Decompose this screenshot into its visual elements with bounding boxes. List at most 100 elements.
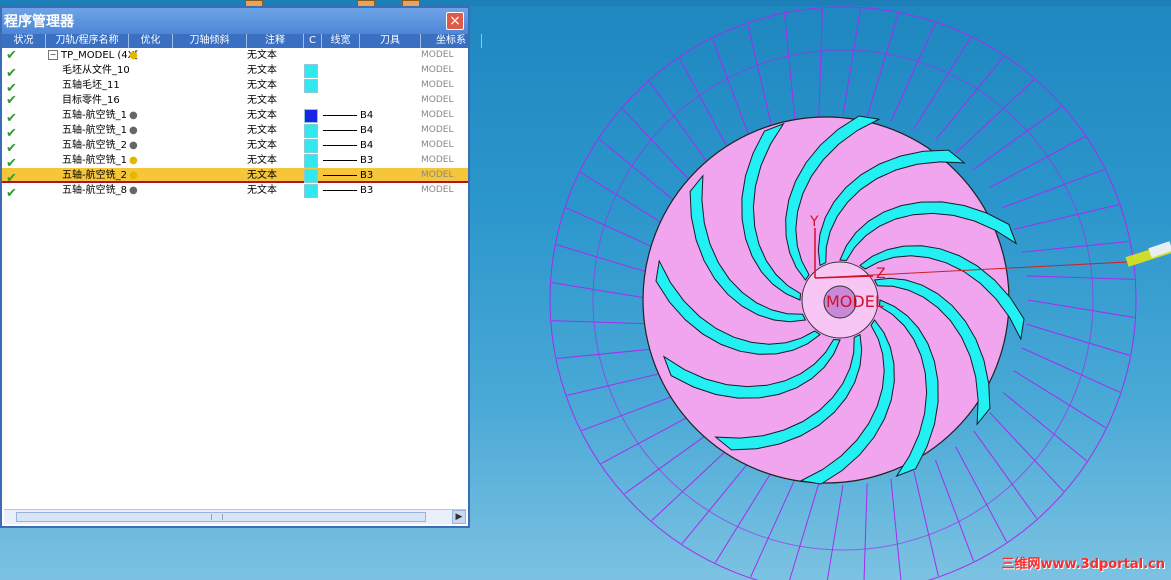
column-header-row: 状况 刀轨/程序名称 优化 刀轴倾斜 注释 C 线宽 刀具 坐标系 bbox=[2, 34, 482, 48]
program-row[interactable]: ✔ 五轴-航空铣_2 ● 无文本 B4 MODEL bbox=[2, 138, 468, 155]
lightbulb-icon[interactable]: ● bbox=[129, 110, 138, 121]
column-header[interactable]: 刀轨/程序名称 bbox=[46, 34, 129, 48]
column-header[interactable]: 刀具 bbox=[360, 34, 421, 48]
status-cell: ✔ bbox=[2, 183, 46, 203]
tool-cell bbox=[360, 48, 421, 63]
axis-z-label: Z bbox=[876, 266, 886, 282]
program-name: 五轴-航空铣_2 bbox=[62, 170, 127, 181]
toolpath-line bbox=[863, 483, 868, 580]
program-name: 毛坯从文件_10 bbox=[62, 65, 130, 76]
toolpath-line bbox=[651, 446, 731, 521]
line-width-sample bbox=[323, 189, 357, 191]
toolpath-line bbox=[1013, 204, 1120, 230]
tool-cell: B3 bbox=[360, 185, 374, 196]
note-cell: 无文本 bbox=[247, 50, 277, 61]
toolpath-line bbox=[1002, 392, 1087, 462]
program-row[interactable]: ✔ 五轴-航空铣_1 ● 无文本 B4 MODEL bbox=[2, 108, 468, 125]
color-cell bbox=[304, 93, 322, 108]
toolpath-line bbox=[955, 446, 1007, 543]
program-tree[interactable]: ✔ − TP_MODEL (4X[● 无文本 MODEL ✔ 毛坯从文件_10 无文本 MODE… bbox=[2, 48, 468, 200]
program-row[interactable]: ✔ 五轴-航空铣_1 ● 无文本 B3 MODEL bbox=[2, 153, 468, 170]
lightbulb-icon[interactable]: ● bbox=[129, 125, 138, 136]
status-check-icon: ✔ bbox=[6, 93, 17, 108]
toolpath-line bbox=[973, 105, 1062, 170]
color-cell bbox=[304, 183, 322, 203]
scroll-right-icon[interactable]: ▶ bbox=[452, 510, 466, 524]
toolpath-line bbox=[1027, 299, 1135, 319]
toolpath-line bbox=[600, 412, 697, 464]
status-check-icon: ✔ bbox=[6, 185, 17, 201]
toolpath-line bbox=[581, 392, 683, 432]
program-row[interactable]: ✔ 毛坯从文件_10 无文本 MODEL bbox=[2, 63, 468, 80]
program-row[interactable]: ✔ 目标零件_16 无文本 MODEL bbox=[2, 93, 468, 108]
optimize-cell: ● bbox=[129, 48, 173, 63]
program-name-cell[interactable]: 目标零件_16 bbox=[46, 93, 129, 108]
lightbulb-icon[interactable]: ● bbox=[129, 185, 138, 196]
coord-cell: MODEL bbox=[421, 185, 454, 195]
column-header[interactable]: C bbox=[304, 34, 322, 48]
color-swatch[interactable] bbox=[304, 64, 318, 78]
toolpath-line bbox=[935, 56, 1005, 141]
toolpath-line bbox=[1021, 347, 1121, 393]
model-origin-label: MODEL bbox=[826, 292, 884, 311]
lightbulb-icon[interactable]: ● bbox=[129, 140, 138, 151]
panel-titlebar[interactable]: 程序管理器 × bbox=[2, 8, 468, 34]
program-name-cell[interactable]: 五轴-航空铣_8 bbox=[46, 183, 129, 203]
column-header[interactable]: 线宽 bbox=[322, 34, 360, 48]
toolpath-line bbox=[890, 478, 902, 580]
lightbulb-icon[interactable]: ● bbox=[129, 50, 138, 61]
toolpath-line bbox=[955, 79, 1035, 154]
program-name: 五轴-航空铣_1 bbox=[62, 110, 127, 121]
toolpath-line bbox=[789, 483, 820, 580]
program-manager-panel[interactable]: 程序管理器 × 状况 刀轨/程序名称 优化 刀轴倾斜 注释 C 线宽 刀具 坐标… bbox=[0, 6, 482, 528]
program-name-cell[interactable]: − TP_MODEL (4X[ bbox=[46, 48, 138, 63]
color-swatch[interactable] bbox=[304, 139, 318, 153]
toolpath-line bbox=[935, 460, 975, 562]
toolpath-line bbox=[973, 430, 1038, 519]
axis-y-label: Y bbox=[809, 214, 819, 230]
color-swatch[interactable] bbox=[304, 184, 318, 198]
program-row[interactable]: ✔ 五轴-航空铣_8 ● 无文本 B3 MODEL bbox=[2, 183, 468, 200]
column-header[interactable]: 坐标系 bbox=[421, 34, 482, 48]
optimize-cell bbox=[129, 93, 173, 108]
program-row[interactable]: ✔ 五轴-航空铣_1 ● 无文本 B4 MODEL bbox=[2, 123, 468, 140]
toolpath-line bbox=[551, 281, 659, 301]
toolpath-line bbox=[890, 22, 936, 122]
column-header[interactable]: 优化 bbox=[129, 34, 173, 48]
lightbulb-icon[interactable]: ● bbox=[129, 170, 138, 181]
column-header[interactable]: 状况 bbox=[2, 34, 46, 48]
status-check-icon: ✔ bbox=[6, 48, 17, 63]
color-swatch[interactable] bbox=[304, 109, 318, 123]
line-width-sample bbox=[323, 114, 357, 116]
toolpath-line bbox=[913, 470, 939, 577]
toolpath-line bbox=[826, 484, 844, 580]
color-swatch[interactable] bbox=[304, 124, 318, 138]
toolpath-line bbox=[565, 207, 665, 253]
toolpath-line bbox=[747, 23, 773, 130]
lightbulb-icon[interactable]: ● bbox=[129, 155, 138, 166]
program-name: 目标零件_16 bbox=[62, 95, 120, 106]
color-swatch[interactable] bbox=[304, 79, 318, 93]
program-row[interactable]: ✔ 五轴-航空铣_2 ● 无文本 B3 MODEL bbox=[2, 168, 468, 185]
optimize-cell: ● bbox=[129, 183, 173, 203]
close-button[interactable]: × bbox=[446, 12, 464, 30]
toolpath-line bbox=[599, 138, 684, 208]
toolpath-line bbox=[556, 347, 665, 360]
tilt-cell bbox=[173, 93, 247, 108]
column-header[interactable]: 刀轴倾斜 bbox=[173, 34, 247, 48]
toolpath-line bbox=[551, 320, 660, 325]
toolpath-line bbox=[648, 81, 713, 170]
toolpath-line bbox=[556, 244, 660, 277]
toolpath-line bbox=[783, 13, 796, 122]
column-header[interactable]: 注释 bbox=[247, 34, 304, 48]
program-row[interactable]: ✔ − TP_MODEL (4X[● 无文本 MODEL bbox=[2, 48, 468, 63]
color-swatch[interactable] bbox=[304, 154, 318, 168]
collapse-icon[interactable]: − bbox=[48, 50, 58, 60]
program-row[interactable]: ✔ 五轴毛坯_11 无文本 MODEL bbox=[2, 78, 468, 95]
horizontal-scrollbar[interactable]: ▶ bbox=[4, 509, 466, 524]
color-swatch[interactable] bbox=[304, 169, 318, 183]
line-width-cell bbox=[322, 183, 360, 203]
toolpath-line bbox=[624, 430, 713, 495]
tool-cell bbox=[360, 93, 421, 108]
line-width-sample bbox=[323, 144, 357, 146]
